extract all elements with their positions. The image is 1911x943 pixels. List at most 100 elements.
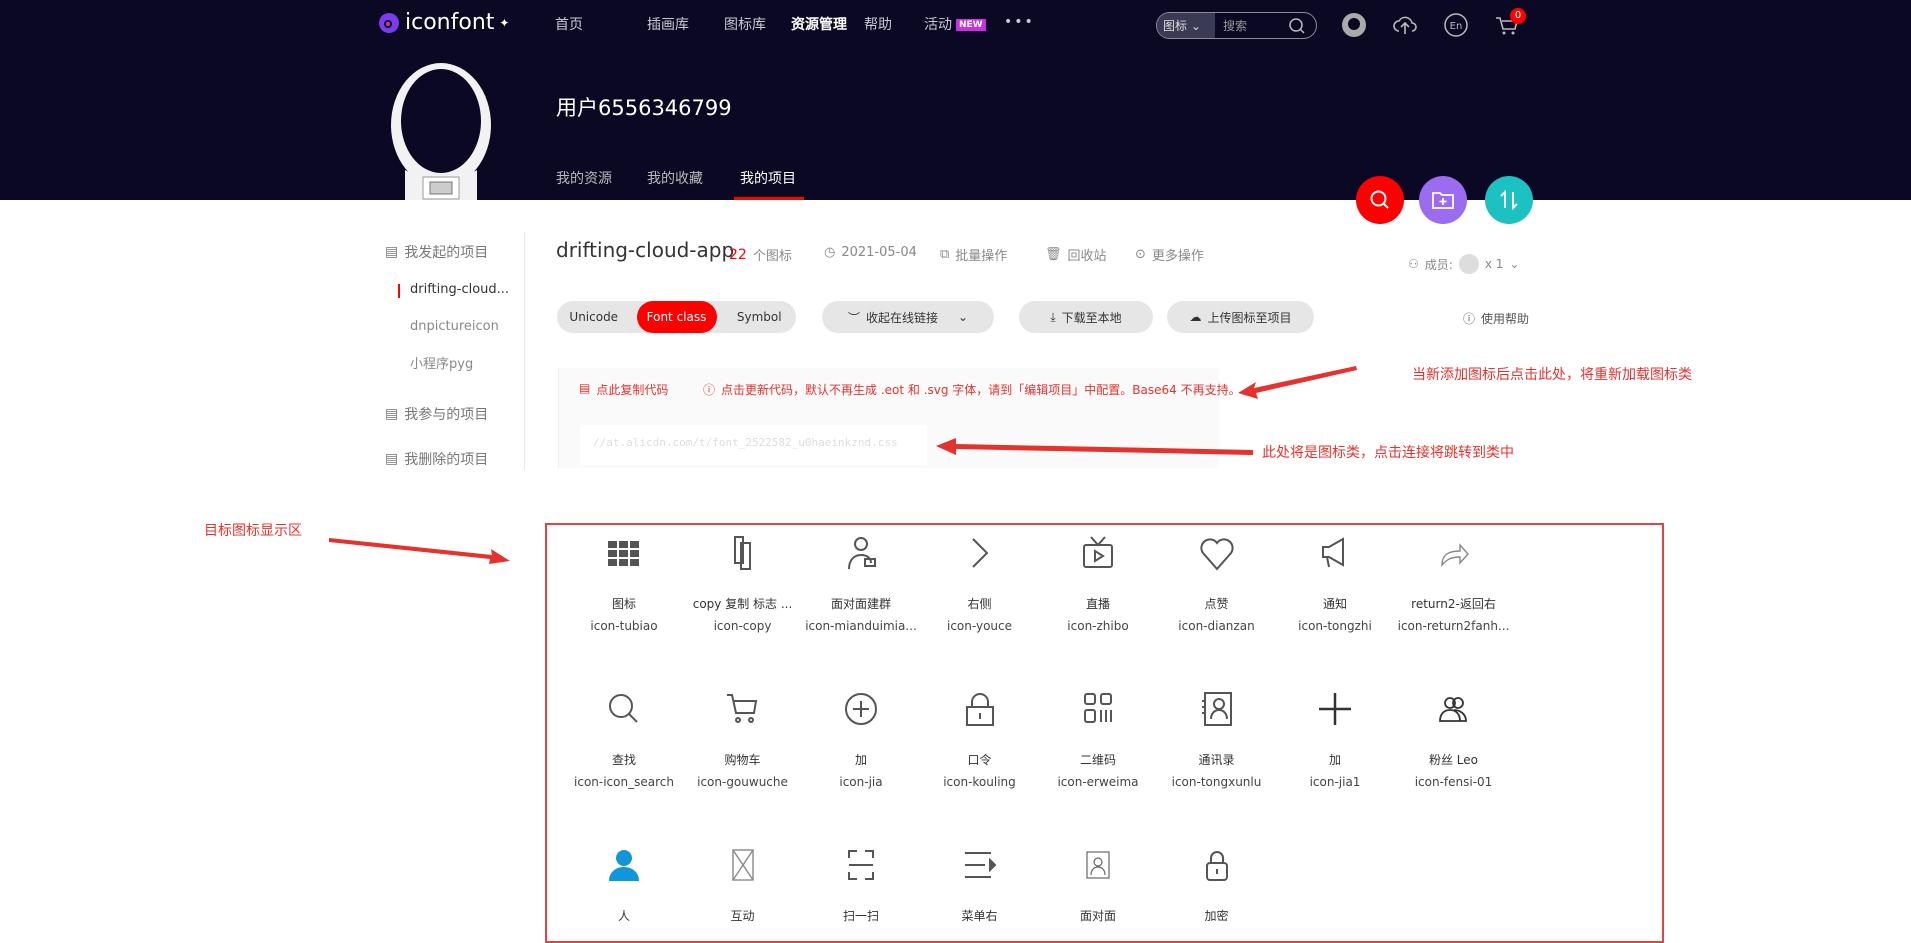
icon-card[interactable]: 右侧 icon-youce <box>921 533 1039 633</box>
language-en-icon[interactable]: En <box>1443 12 1469 38</box>
logo[interactable]: iconfont ✦ <box>378 10 509 35</box>
tab-my-resources[interactable]: 我的资源 <box>556 168 612 188</box>
icon-card[interactable]: 粉丝 Leo icon-fensi-01 <box>1395 689 1513 789</box>
recycle-bin-button[interactable]: 🗑︎ 回收站 <box>1045 245 1107 264</box>
icon-card[interactable]: 人 <box>565 845 683 931</box>
plus-icon <box>1319 693 1351 725</box>
update-code-button[interactable]: ⓘ 点击更新代码，默认不再生成 .eot 和 .svg 字体，请到「编辑项目」中配… <box>703 381 1241 398</box>
sidebar-deleted-projects[interactable]: ▤ 我删除的项目 <box>385 449 488 469</box>
font-css-link[interactable]: //at.alicdn.com/t/font_2522582_u0haeinkz… <box>593 436 898 449</box>
search-input[interactable]: 搜索 <box>1215 17 1288 34</box>
icon-card[interactable]: 加 icon-jia <box>802 689 920 789</box>
nav-resources[interactable]: 资源管理 <box>791 14 847 34</box>
person-card-icon <box>848 537 876 570</box>
icon-card[interactable]: 加 icon-jia1 <box>1276 689 1394 789</box>
help-link[interactable]: ⓘ 使用帮助 <box>1463 310 1529 327</box>
collapse-link-button[interactable]: ︶ 收起在线链接 ⌄ <box>822 301 994 333</box>
project-date: ◷ 2021-05-04 <box>824 245 917 260</box>
trash-icon: 🗑︎ <box>1045 247 1062 262</box>
copy-icon: ▤ <box>579 381 591 395</box>
mode-unicode[interactable]: Unicode <box>557 301 631 333</box>
tv-icon <box>1083 536 1113 568</box>
sidebar-joined-projects[interactable]: ▤ 我参与的项目 <box>385 404 488 424</box>
icon-card[interactable]: 查找 icon-icon_search <box>565 689 683 789</box>
icon-card[interactable]: copy 复制 标志 ... icon-copy <box>684 533 802 633</box>
icon-card[interactable]: 二维码 icon-erweima <box>1039 689 1157 789</box>
mode-switch: Unicode Font class Symbol <box>557 301 796 333</box>
icon-card[interactable]: return2-返回右 icon-return2fanh... <box>1395 533 1513 633</box>
document-deleted-icon: ▤ <box>385 451 399 467</box>
icon-card[interactable]: 点赞 icon-dianzan <box>1158 533 1276 633</box>
eye-closed-icon: ︶ <box>847 310 860 325</box>
icon-card[interactable]: 直播 icon-zhibo <box>1039 533 1157 633</box>
user-icon <box>609 850 639 881</box>
warning-icon: ⓘ <box>703 383 716 397</box>
more-operations-button[interactable]: ⊙ 更多操作 <box>1135 245 1204 264</box>
sidebar-project-drifting[interactable]: drifting-cloud... <box>410 282 509 297</box>
batch-operation-button[interactable]: ⧉ 批量操作 <box>940 245 1007 264</box>
nav-activity[interactable]: 活动 NEW <box>924 14 986 34</box>
annotation-arrow-refresh <box>1238 366 1357 399</box>
nav-illustrations[interactable]: 插画库 <box>647 14 689 34</box>
upload-icons-button[interactable]: ☁ 上传图标至项目 <box>1167 301 1314 333</box>
icon-card[interactable]: 通知 icon-tongzhi <box>1276 533 1394 633</box>
search-type-select[interactable]: 图标 ⌄ <box>1157 13 1215 38</box>
icon-card[interactable]: 图标 icon-tubiao <box>565 533 683 633</box>
nav-home[interactable]: 首页 <box>555 14 583 34</box>
icon-card[interactable]: 通讯录 icon-tongxunlu <box>1158 689 1276 789</box>
icon-card[interactable]: 面对面建群 icon-mianduimia... <box>802 533 920 633</box>
mode-symbol[interactable]: Symbol <box>723 301 797 333</box>
tab-my-favorites[interactable]: 我的收藏 <box>647 168 703 188</box>
mode-font-class[interactable]: Font class <box>636 301 717 333</box>
chevron-down-icon: ⌄ <box>957 310 969 324</box>
search-icon <box>1370 190 1389 209</box>
lock-small-icon <box>1205 851 1228 881</box>
tab-my-projects[interactable]: 我的项目 <box>740 168 796 188</box>
search-icon[interactable] <box>1288 17 1306 35</box>
new-badge: NEW <box>956 19 986 31</box>
add-folder-fab-button[interactable] <box>1419 176 1467 224</box>
download-button[interactable]: ⤓ 下载至本地 <box>1019 301 1153 333</box>
nav-help[interactable]: 帮助 <box>864 14 892 34</box>
icon-name: 互动 <box>730 909 755 923</box>
chevron-right-icon <box>971 538 988 568</box>
annotation-class: 此处将是图标类，点击连接将跳转到类中 <box>1262 445 1514 461</box>
search-fab-button[interactable] <box>1356 176 1404 224</box>
icon-name: 直播 <box>1085 597 1110 611</box>
nav-icons[interactable]: 图标库 <box>724 14 766 34</box>
cart-count-badge: 0 <box>1510 8 1526 24</box>
icon-card[interactable]: 扫一扫 <box>802 845 920 931</box>
menu-right-icon <box>964 852 996 878</box>
icon-name: copy 复制 标志 ... <box>692 597 793 611</box>
sidebar-project-pyg[interactable]: 小程序pyg <box>410 353 473 372</box>
icon-count: 22 个图标 <box>729 246 792 265</box>
icon-card[interactable]: 加密 <box>1158 845 1276 931</box>
icon-card[interactable]: 菜单右 <box>921 845 1039 931</box>
icon-card[interactable]: 购物车 icon-gouwuche <box>684 689 802 789</box>
github-icon[interactable] <box>1341 12 1367 38</box>
icon-card[interactable]: 口令 icon-kouling <box>921 689 1039 789</box>
sidebar-project-dnpicture[interactable]: dnpictureicon <box>410 319 499 334</box>
icon-name: 购物车 <box>724 753 761 767</box>
icon-class: icon-kouling <box>943 775 1016 789</box>
avatar[interactable] <box>385 55 497 200</box>
upload-cloud-icon: ☁ <box>1189 310 1202 324</box>
heart-icon <box>1199 538 1234 571</box>
icon-name: 点赞 <box>1204 597 1229 611</box>
sort-fab-button[interactable] <box>1485 176 1533 224</box>
icon-class: icon-jia <box>839 775 883 789</box>
icon-name: 查找 <box>611 753 636 767</box>
icon-class: icon-erweima <box>1057 775 1139 789</box>
sidebar-started-projects[interactable]: ▤ 我发起的项目 <box>385 242 488 262</box>
username: 用户6556346799 <box>556 96 732 120</box>
icon-name: 通知 <box>1322 597 1347 611</box>
member-avatar <box>1458 254 1479 274</box>
upload-cloud-icon[interactable] <box>1392 12 1418 38</box>
copy-code-button[interactable]: ▤ 点此复制代码 <box>579 381 668 398</box>
members-dropdown[interactable]: ⚇ 成员: x 1 ⌄ <box>1408 254 1519 274</box>
icon-card[interactable]: 互动 <box>684 845 802 931</box>
icon-name: 加 <box>1328 753 1341 767</box>
plus-circle-icon <box>845 693 877 725</box>
icon-card[interactable]: 面对面 <box>1039 845 1157 931</box>
nav-more[interactable]: ••• <box>1004 14 1035 30</box>
